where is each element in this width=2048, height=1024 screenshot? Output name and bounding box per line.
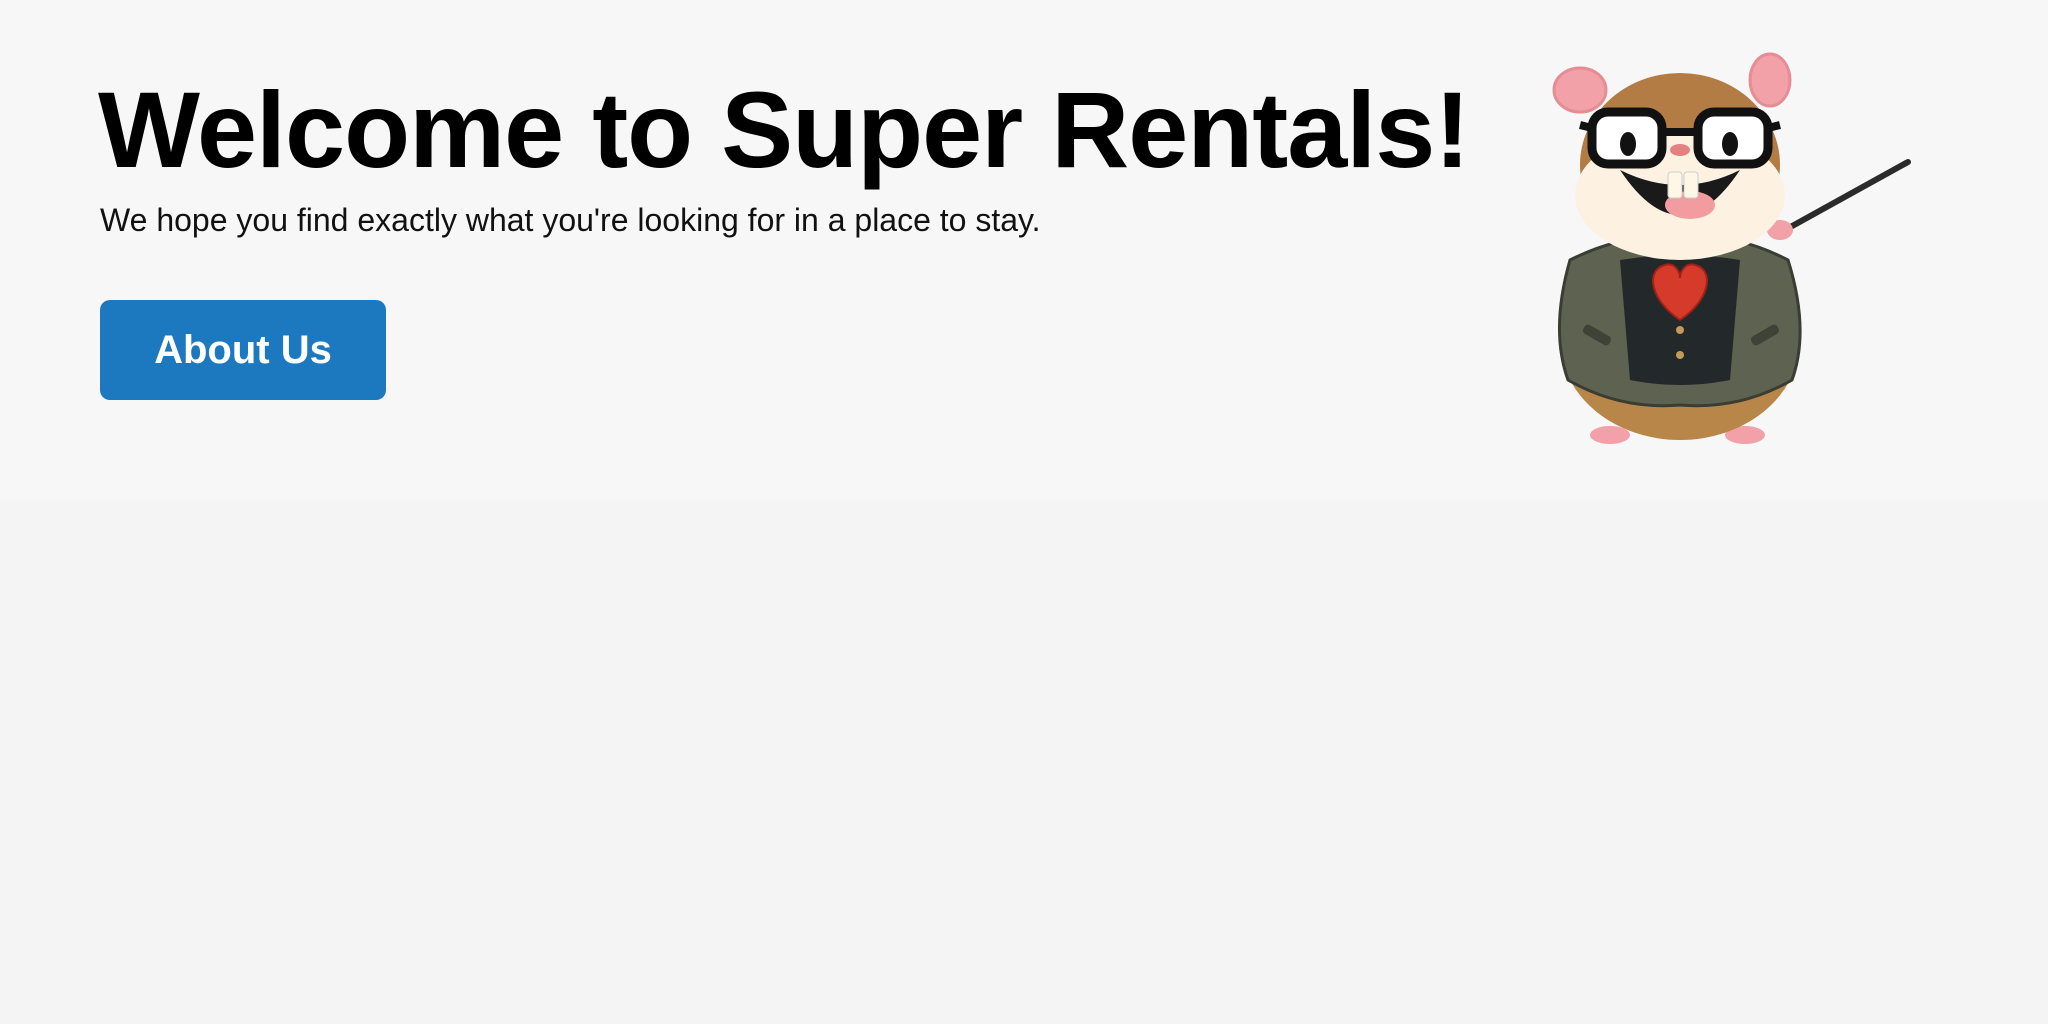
about-us-button[interactable]: About Us: [100, 300, 386, 400]
pointer-stick: [1782, 159, 1911, 233]
mascot-left-ear: [1552, 66, 1608, 114]
mascot-left-foot: [1590, 426, 1630, 444]
mascot-right-ear: [1748, 52, 1792, 108]
tomster-mascot-icon: [1552, 52, 1911, 444]
jumbo-banner: Welcome to Super Rentals! We hope you fi…: [0, 0, 2048, 500]
page-title: Welcome to Super Rentals!: [98, 69, 1470, 190]
mascot-nose: [1670, 144, 1690, 156]
page-subtitle: We hope you find exactly what you're loo…: [100, 202, 1041, 238]
